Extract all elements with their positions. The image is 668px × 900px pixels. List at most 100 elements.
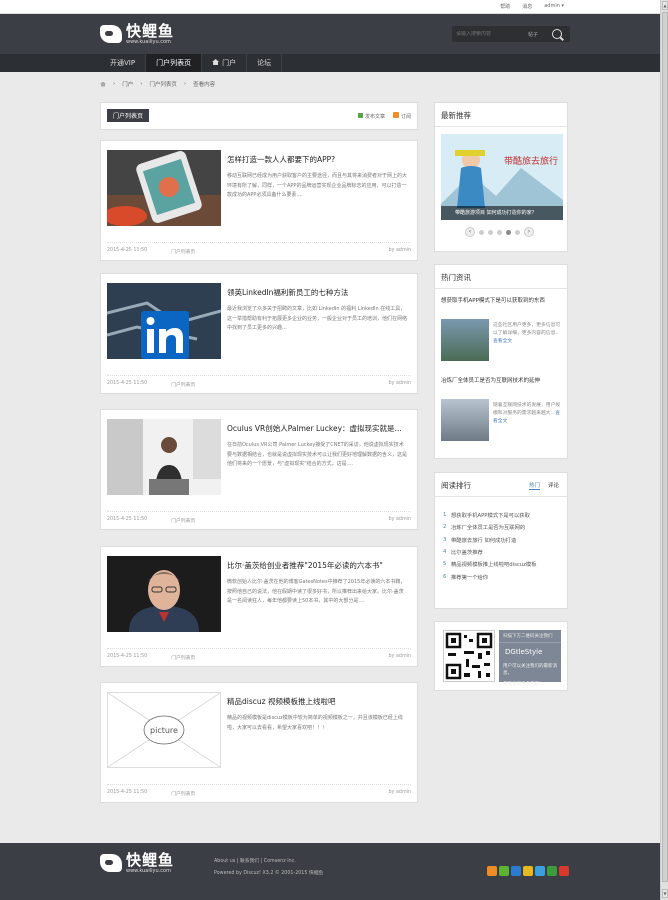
brand-url: www.kuailiyu.com — [126, 39, 171, 45]
footer-links[interactable]: About us | 联系我们 | Comsenz Inc. — [214, 856, 323, 868]
article-excerpt: 精品的视频模板是discuz模板中较为简单的视频模板之一，并且该模板已经上线啦，… — [227, 715, 403, 731]
article-category[interactable]: 门户列表页 — [171, 248, 195, 255]
scroll-down-icon[interactable]: ▼ — [662, 889, 668, 898]
placeholder-label: picture — [150, 726, 178, 735]
article-date: 2015-4-25 11:50 — [107, 790, 148, 795]
article-author[interactable]: admin — [396, 248, 411, 253]
article-thumbnail[interactable] — [107, 150, 221, 226]
hot-news-item: 冶炼厂全体员工是否为互联网技术的延伸 随着互联网技术的发展，用户规模和对服务的需… — [441, 377, 563, 449]
wechat-icon[interactable] — [499, 866, 509, 876]
footer-logo[interactable]: 快鲤鱼 www.kuailiyu.com — [100, 852, 174, 874]
main-nav: 开通VIP 门户列表页 门户 论坛 — [0, 54, 668, 72]
hot-news-item: 想获取手机APP模式下是可以获取到的东西 这些社区用户更多，更多信息可以了解详细… — [441, 297, 563, 369]
search-scope-select[interactable]: 帖子 — [528, 31, 548, 38]
site-logo[interactable]: 快鲤鱼 www.kuailiyu.com — [100, 23, 174, 45]
tab-hot[interactable]: 热门 — [528, 481, 540, 490]
user-menu[interactable]: admin ▾ — [544, 3, 564, 10]
qr-code-icon — [445, 632, 493, 680]
breadcrumb-list[interactable]: 门户列表页 — [149, 80, 177, 88]
rank-item[interactable]: 5 精品视频模板推上线啦吧discuz模板 — [443, 558, 537, 570]
qzone-icon[interactable] — [535, 866, 545, 876]
article-author[interactable]: admin — [396, 790, 411, 795]
slide-dot-active[interactable] — [506, 229, 511, 235]
article-author[interactable]: admin — [396, 654, 411, 659]
article-author[interactable]: admin — [396, 517, 411, 522]
top-utility-bar: 帮助 消息 admin ▾ — [0, 0, 668, 14]
messages-link[interactable]: 消息 — [522, 3, 532, 10]
tab-comments[interactable]: 评论 — [548, 481, 559, 490]
social-links — [487, 866, 569, 876]
prev-slide-button[interactable]: ‹ — [465, 227, 475, 237]
nav-item-forum[interactable]: 论坛 — [247, 54, 283, 72]
article-card: picture 精品discuz 视频模板推上线啦吧 精品的视频模板是discu… — [100, 682, 418, 803]
article-thumbnail[interactable] — [107, 419, 221, 495]
article-thumbnail[interactable] — [107, 283, 221, 359]
rank-item[interactable]: 2 冶炼厂全体员工是否为互联网的 — [443, 521, 537, 533]
main-column: 门户列表页 发布文章 订阅 怎样打造一款人人都要下的APP? 移动互联网已经成为… — [100, 102, 418, 803]
hot-news-thumbnail[interactable] — [441, 319, 489, 361]
article-category[interactable]: 门户列表页 — [171, 517, 195, 524]
fish-logo-icon — [100, 854, 122, 872]
article-category[interactable]: 门户列表页 — [171, 381, 195, 388]
slide-dot[interactable] — [479, 229, 484, 235]
renren-icon[interactable] — [511, 866, 521, 876]
hot-news-item-title[interactable]: 冶炼厂全体员工是否为互联网技术的延伸 — [441, 377, 563, 386]
article-title[interactable]: 领英LinkedIn福利新员工的七种方法 — [227, 287, 348, 298]
slide-caption: 带酷旅游项目 如何成功打造你的家？ — [441, 206, 563, 220]
person-in-office-image — [107, 419, 221, 495]
article-date: 2015-4-25 11:50 — [107, 654, 148, 659]
rss-icon — [392, 112, 399, 118]
help-link[interactable]: 帮助 — [500, 3, 510, 10]
site-footer: 快鲤鱼 www.kuailiyu.com About us | 联系我们 | C… — [0, 843, 668, 900]
breadcrumb-portal[interactable]: 门户 — [122, 80, 133, 88]
rank-item[interactable]: 3 带酷旅去旅行 如何成功打造 — [443, 534, 537, 546]
window-scrollbar[interactable]: ▲ ▼ — [660, 0, 668, 900]
article-category[interactable]: 门户列表页 — [171, 790, 195, 797]
rank-tabs: 热门 评论 — [528, 481, 559, 490]
article-excerpt: 在日前Oculus VR公司 Palmer Luckey接受了CNET的采访，他… — [227, 442, 408, 467]
rss-social-icon[interactable] — [487, 866, 497, 876]
article-thumbnail[interactable]: picture — [107, 692, 221, 768]
hot-news-thumbnail[interactable] — [441, 399, 489, 441]
home-icon — [212, 59, 220, 65]
article-title[interactable]: Oculus VR创始人Palmer Luckey：虚拟现实就是... — [227, 423, 402, 434]
rank-item[interactable]: 6 推荐第一个给你 — [443, 570, 537, 582]
site-header: 快鲤鱼 www.kuailiyu.com 帖子 — [0, 14, 668, 54]
footer-brand-name: 快鲤鱼 — [126, 851, 175, 869]
breadcrumb-home-icon[interactable] — [100, 81, 106, 87]
slide-dot[interactable] — [515, 229, 520, 235]
article-thumbnail[interactable] — [107, 556, 221, 632]
sina-weibo-icon[interactable] — [523, 866, 533, 876]
placeholder-picture-image: picture — [108, 693, 220, 767]
article-date: 2015-4-25 11:50 — [107, 381, 148, 386]
reading-rank-panel: 阅读排行 热门 评论 1 想获取手机APP模式下是可以获取 2 冶炼厂全体员工是否为… — [434, 472, 568, 609]
nav-item-portal[interactable]: 门户 — [202, 54, 248, 72]
rss-button[interactable]: 订阅 — [392, 112, 411, 120]
article-title[interactable]: 怎样打造一款人人都要下的APP? — [227, 154, 335, 165]
slide-headline: 带酷旅去旅行 — [504, 155, 558, 167]
slide-dot[interactable] — [488, 229, 493, 235]
douban-icon[interactable] — [547, 866, 557, 876]
article-title[interactable]: 精品discuz 视频模板推上线啦吧 — [227, 696, 335, 707]
search-input[interactable] — [456, 31, 528, 37]
footer-brand-url: www.kuailiyu.com — [126, 868, 171, 874]
publish-button[interactable]: 发布文章 — [357, 112, 385, 120]
weibo-icon[interactable] — [559, 866, 569, 876]
rank-item[interactable]: 1 想获取手机APP模式下是可以获取 — [443, 509, 537, 521]
hot-news-item-title[interactable]: 想获取手机APP模式下是可以获取到的东西 — [441, 297, 563, 306]
article-author[interactable]: admin — [396, 381, 411, 386]
portrait-image — [107, 556, 221, 632]
rank-list: 1 想获取手机APP模式下是可以获取 2 冶炼厂全体员工是否为互联网的 3 带酷旅去旅… — [443, 509, 537, 583]
next-slide-button[interactable]: › — [524, 227, 534, 237]
scroll-up-icon[interactable]: ▲ — [662, 1, 668, 10]
scrollbar-thumb[interactable] — [662, 12, 668, 882]
nav-item-vip[interactable]: 开通VIP — [100, 54, 147, 72]
rank-item[interactable]: 4 比尔盖茨推荐 — [443, 546, 537, 558]
slide-image[interactable]: 带酷旅去旅行 带酷旅游项目 如何成功打造你的家？ — [441, 134, 563, 220]
search-icon[interactable] — [552, 29, 562, 39]
nav-item-portal-list[interactable]: 门户列表页 — [146, 54, 203, 72]
article-title[interactable]: 比尔·盖茨给创业者推荐"2015年必读的六本书" — [227, 560, 383, 571]
read-more-link[interactable]: 查看全文 — [493, 339, 512, 344]
article-category[interactable]: 门户列表页 — [171, 654, 195, 661]
slide-dot[interactable] — [497, 229, 502, 235]
